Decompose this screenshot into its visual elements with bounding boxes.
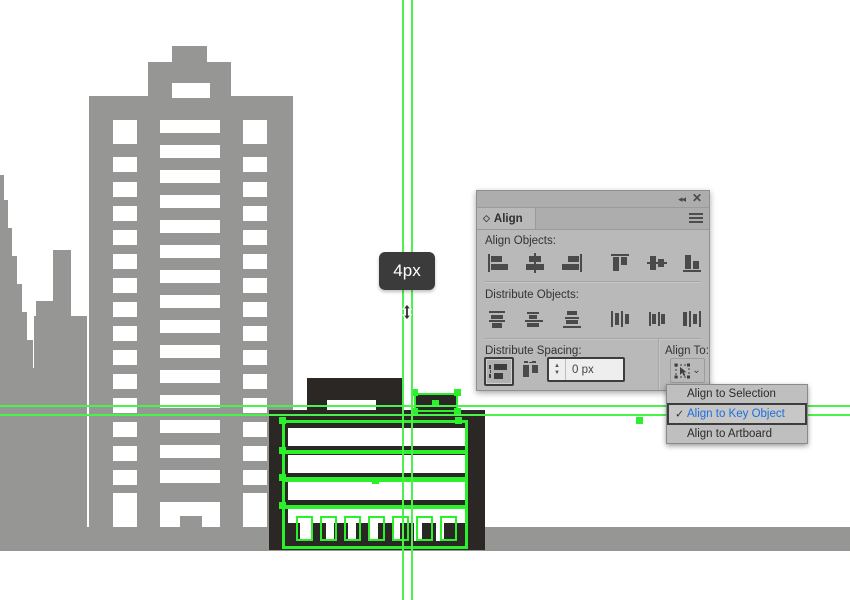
align-objects-label: Align Objects:	[485, 235, 556, 247]
measurement-tooltip: 4px	[379, 252, 435, 290]
guide-vertical-right	[411, 0, 413, 600]
stepper-up-icon[interactable]: ▲	[554, 363, 560, 369]
tab-expand-icon: ◇	[483, 213, 490, 223]
chevron-down-icon[interactable]: ⌄	[692, 365, 700, 376]
align-left-icon[interactable]	[485, 251, 510, 275]
menu-item-label: Align to Selection	[687, 388, 776, 400]
spacing-stepper[interactable]: ▲ ▼	[549, 363, 565, 376]
align-bottom-icon[interactable]	[679, 251, 704, 275]
menu-item-align-to-key-object[interactable]: ✓ Align to Key Object	[667, 403, 807, 425]
spacing-value[interactable]: 0 px	[565, 359, 623, 380]
check-icon: ✓	[675, 408, 685, 421]
stepper-down-icon[interactable]: ▼	[554, 370, 560, 376]
menu-item-align-to-selection[interactable]: Align to Selection	[667, 385, 807, 403]
align-top-icon[interactable]	[607, 251, 632, 275]
distribute-vcenter-icon[interactable]	[522, 307, 547, 331]
distribute-spacing-label: Distribute Spacing:	[485, 345, 582, 357]
tab-align[interactable]: ◇ Align	[477, 208, 536, 229]
align-to-label: Align To:	[665, 345, 709, 357]
align-right-icon[interactable]	[559, 251, 584, 275]
align-to-button[interactable]: ⌄	[670, 358, 705, 383]
close-icon[interactable]: ✕	[692, 191, 702, 205]
guide-vertical-left	[402, 0, 404, 600]
distribute-hcenter-icon[interactable]	[644, 307, 669, 331]
align-to-dropdown-menu[interactable]: Align to Selection ✓ Align to Key Object…	[666, 384, 808, 444]
distribute-bottom-icon[interactable]	[559, 307, 584, 331]
menu-item-align-to-artboard[interactable]: Align to Artboard	[667, 425, 807, 443]
panel-menu-icon[interactable]	[689, 213, 703, 225]
align-to-key-object-icon	[674, 363, 691, 378]
menu-item-label: Align to Artboard	[687, 428, 773, 440]
align-hcenter-icon[interactable]	[522, 251, 547, 275]
panel-tabbar: ◇ Align	[477, 208, 709, 230]
measurement-value: 4px	[393, 261, 421, 280]
distribute-objects-label: Distribute Objects:	[485, 289, 579, 301]
align-vcenter-icon[interactable]	[644, 251, 669, 275]
double-arrow-vertical-cursor	[401, 303, 413, 321]
menu-item-label: Align to Key Object	[687, 408, 785, 420]
spacing-input-field[interactable]: ▲ ▼ 0 px	[547, 357, 625, 382]
panel-title: Align	[493, 212, 523, 225]
horizontal-spacing-icon[interactable]	[517, 357, 543, 382]
canvas-stage: 4px ◂◂ ✕ ◇ Align Align Objects: Distribu…	[0, 0, 850, 600]
panel-titlebar: ◂◂ ✕	[477, 191, 709, 208]
collapse-icon[interactable]: ◂◂	[678, 194, 686, 205]
vertical-spacing-icon[interactable]	[484, 357, 514, 386]
distribute-right-icon[interactable]	[679, 307, 704, 331]
distribute-left-icon[interactable]	[607, 307, 632, 331]
distribute-top-icon[interactable]	[485, 307, 510, 331]
